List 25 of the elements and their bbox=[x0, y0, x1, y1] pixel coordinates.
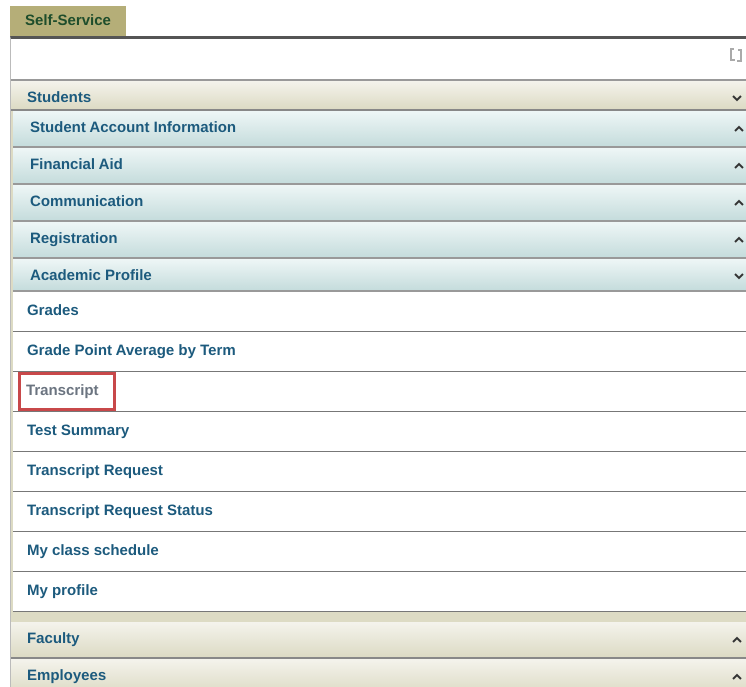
chevron-down-icon bbox=[734, 273, 744, 280]
group-header[interactable]: Student Account Information bbox=[13, 111, 746, 148]
menu-link[interactable]: Transcript Request Status bbox=[25, 500, 215, 523]
menu-link[interactable]: My class schedule bbox=[25, 540, 161, 563]
menu-link[interactable]: Test Summary bbox=[25, 420, 132, 443]
menu-link[interactable]: My profile bbox=[25, 580, 100, 603]
menu-link[interactable]: Transcript Request bbox=[25, 460, 165, 483]
menu-link[interactable]: Grades bbox=[25, 300, 81, 323]
chevron-up-icon bbox=[732, 673, 742, 680]
section-header[interactable]: Faculty bbox=[11, 622, 746, 659]
chevron-up-icon bbox=[734, 236, 744, 243]
group-header[interactable]: Communication bbox=[13, 185, 746, 222]
group-header[interactable]: Registration bbox=[13, 222, 746, 259]
chevron-up-icon bbox=[732, 636, 742, 643]
chevron-up-icon bbox=[734, 125, 744, 132]
chevron-up-icon bbox=[734, 162, 744, 169]
section-header[interactable]: Students bbox=[11, 81, 746, 111]
chevron-down-icon bbox=[732, 94, 742, 102]
self-service-tab[interactable]: Self-Service bbox=[10, 6, 126, 36]
menu-link[interactable]: Transcript bbox=[21, 375, 113, 408]
section-header[interactable]: Employees bbox=[11, 659, 746, 687]
group-header[interactable]: Financial Aid bbox=[13, 148, 746, 185]
group-header[interactable]: Academic Profile bbox=[13, 259, 746, 292]
menu-link[interactable]: Grade Point Average by Term bbox=[25, 340, 238, 363]
chevron-up-icon bbox=[734, 199, 744, 206]
